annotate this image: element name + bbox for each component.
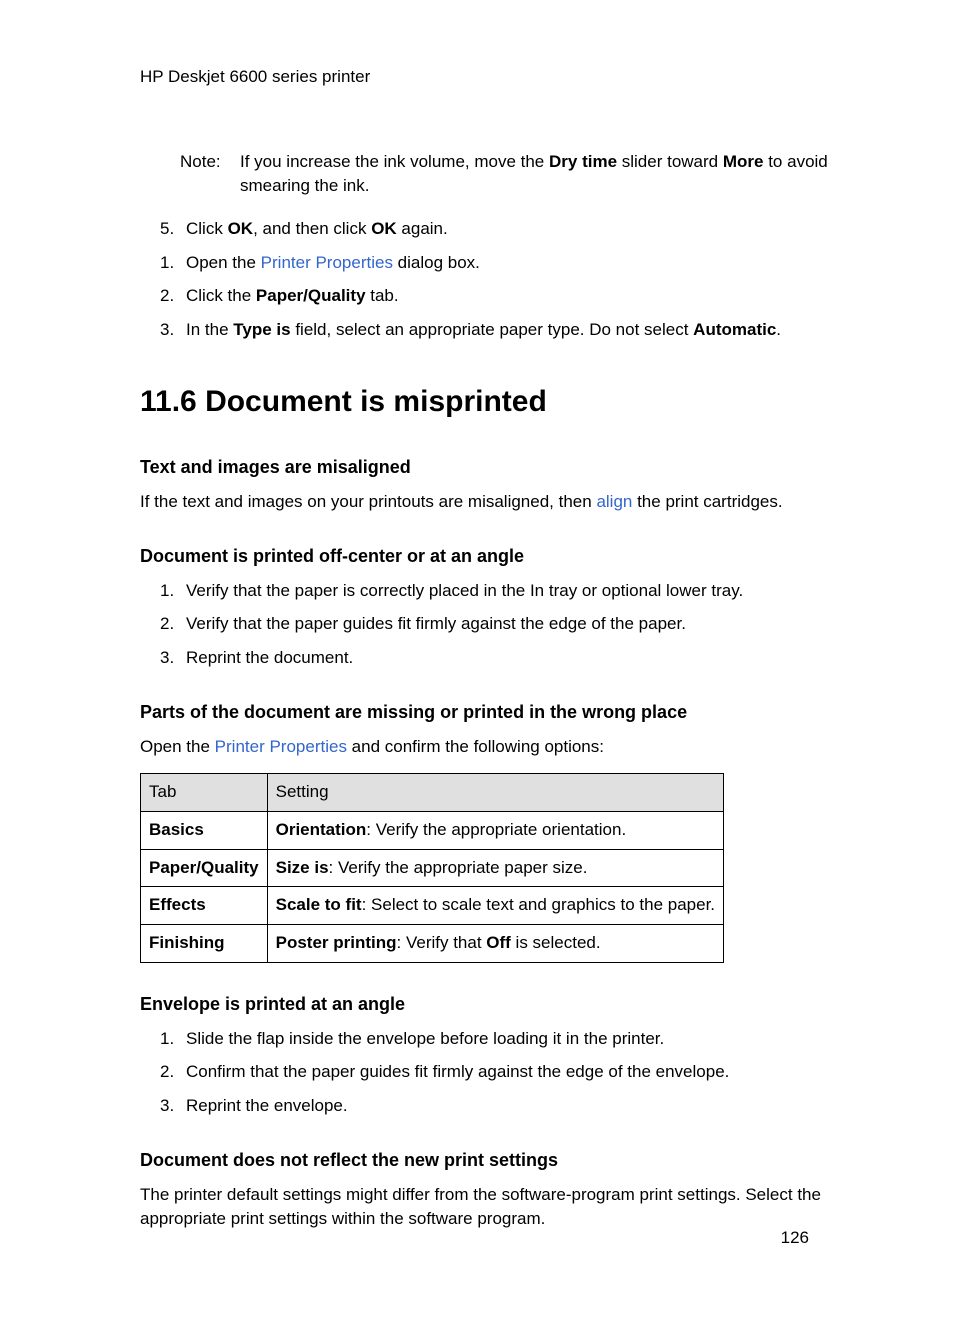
td-setting: Size is: Verify the appropriate paper si… xyxy=(267,849,723,887)
list-item: 2.Confirm that the paper guides fit firm… xyxy=(160,1060,849,1085)
t: and confirm the following options: xyxy=(347,737,604,756)
item-text: Verify that the paper is correctly place… xyxy=(186,579,849,604)
bold-scale-to-fit: Scale to fit xyxy=(276,895,362,914)
list-item: 1.Slide the flap inside the envelope bef… xyxy=(160,1027,849,1052)
item-text: Verify that the paper guides fit firmly … xyxy=(186,612,849,637)
item-text: Click the Paper/Quality tab. xyxy=(186,284,849,309)
td-tab: Basics xyxy=(141,812,268,850)
item-text: Slide the flap inside the envelope befor… xyxy=(186,1027,849,1052)
table-row: Finishing Poster printing: Verify that O… xyxy=(141,925,724,963)
t: Open the xyxy=(186,253,261,272)
t: the print cartridges. xyxy=(632,492,782,511)
bold-off: Off xyxy=(486,933,511,952)
subheading-offcenter: Document is printed off-center or at an … xyxy=(140,543,849,569)
bold-type-is: Type is xyxy=(233,320,290,339)
list-item: 2. Click the Paper/Quality tab. xyxy=(160,284,849,309)
steps-list-offcenter: 1.Verify that the paper is correctly pla… xyxy=(160,579,849,671)
list-item: 2.Verify that the paper guides fit firml… xyxy=(160,612,849,637)
t: Click the xyxy=(186,286,256,305)
item-num: 1. xyxy=(160,251,186,276)
page-header: HP Deskjet 6600 series printer xyxy=(140,65,849,90)
item-num: 5. xyxy=(160,217,186,242)
item-num: 2. xyxy=(160,284,186,309)
bold-paper-quality: Paper/Quality xyxy=(256,286,366,305)
td-setting: Poster printing: Verify that Off is sele… xyxy=(267,925,723,963)
list-item: 3. In the Type is field, select an appro… xyxy=(160,318,849,343)
t: Open the xyxy=(140,737,215,756)
t: tab. xyxy=(366,286,399,305)
t: field, select an appropriate paper type.… xyxy=(291,320,694,339)
t: . xyxy=(776,320,781,339)
t: again. xyxy=(397,219,448,238)
page-number: 126 xyxy=(781,1226,809,1251)
list-item: 3.Reprint the document. xyxy=(160,646,849,671)
item-text: Reprint the document. xyxy=(186,646,849,671)
t: In the xyxy=(186,320,233,339)
item-text: Click OK, and then click OK again. xyxy=(186,217,849,242)
item-num: 1. xyxy=(160,579,186,604)
t: : Verify the appropriate orientation. xyxy=(366,820,626,839)
t: dialog box. xyxy=(393,253,480,272)
table-row: Effects Scale to fit: Select to scale te… xyxy=(141,887,724,925)
paragraph: Open the Printer Properties and confirm … xyxy=(140,735,849,760)
td-setting: Scale to fit: Select to scale text and g… xyxy=(267,887,723,925)
note-text-mid: slider toward xyxy=(617,152,723,171)
item-text: Open the Printer Properties dialog box. xyxy=(186,251,849,276)
note-bold-more: More xyxy=(723,152,764,171)
bold-ok2: OK xyxy=(371,219,397,238)
item-num: 3. xyxy=(160,318,186,343)
list-item: 1. Open the Printer Properties dialog bo… xyxy=(160,251,849,276)
bold-poster-printing: Poster printing xyxy=(276,933,397,952)
list-item: 3.Reprint the envelope. xyxy=(160,1094,849,1119)
link-printer-properties-2[interactable]: Printer Properties xyxy=(215,737,347,756)
bold-orientation: Orientation xyxy=(276,820,367,839)
paragraph: The printer default settings might diffe… xyxy=(140,1183,849,1232)
subheading-settings: Document does not reflect the new print … xyxy=(140,1147,849,1173)
link-align[interactable]: align xyxy=(596,492,632,511)
item-num: 2. xyxy=(160,612,186,637)
bold-size-is: Size is xyxy=(276,858,329,877)
td-setting: Orientation: Verify the appropriate orie… xyxy=(267,812,723,850)
table-header-row: Tab Setting xyxy=(141,774,724,812)
list-item: 1.Verify that the paper is correctly pla… xyxy=(160,579,849,604)
subheading-envelope: Envelope is printed at an angle xyxy=(140,991,849,1017)
th-tab: Tab xyxy=(141,774,268,812)
subheading-misaligned: Text and images are misaligned xyxy=(140,454,849,480)
td-tab: Paper/Quality xyxy=(141,849,268,887)
note-block: Note: If you increase the ink volume, mo… xyxy=(180,150,849,199)
note-text: If you increase the ink volume, move the… xyxy=(240,150,849,199)
paragraph: If the text and images on your printouts… xyxy=(140,490,849,515)
settings-table: Tab Setting Basics Orientation: Verify t… xyxy=(140,773,724,962)
item-num: 2. xyxy=(160,1060,186,1085)
item-text: Confirm that the paper guides fit firmly… xyxy=(186,1060,849,1085)
item-text: In the Type is field, select an appropri… xyxy=(186,318,849,343)
t: is selected. xyxy=(511,933,601,952)
steps-list-envelope: 1.Slide the flap inside the envelope bef… xyxy=(160,1027,849,1119)
item-text: Reprint the envelope. xyxy=(186,1094,849,1119)
t: , and then click xyxy=(253,219,371,238)
list-item: 5. Click OK, and then click OK again. xyxy=(160,217,849,242)
subheading-missing: Parts of the document are missing or pri… xyxy=(140,699,849,725)
td-tab: Finishing xyxy=(141,925,268,963)
table-row: Basics Orientation: Verify the appropria… xyxy=(141,812,724,850)
t: : Select to scale text and graphics to t… xyxy=(362,895,715,914)
th-setting: Setting xyxy=(267,774,723,812)
note-text-pre: If you increase the ink volume, move the xyxy=(240,152,549,171)
section-heading: 11.6 Document is misprinted xyxy=(140,380,849,424)
table-row: Paper/Quality Size is: Verify the approp… xyxy=(141,849,724,887)
item-num: 1. xyxy=(160,1027,186,1052)
t: : Verify the appropriate paper size. xyxy=(329,858,588,877)
note-label: Note: xyxy=(180,150,240,199)
note-bold-drytime: Dry time xyxy=(549,152,617,171)
steps-list-a: 5. Click OK, and then click OK again. 1.… xyxy=(160,217,849,343)
link-printer-properties[interactable]: Printer Properties xyxy=(261,253,393,272)
item-num: 3. xyxy=(160,1094,186,1119)
td-tab: Effects xyxy=(141,887,268,925)
t: If the text and images on your printouts… xyxy=(140,492,596,511)
t: Click xyxy=(186,219,228,238)
bold-ok: OK xyxy=(228,219,254,238)
item-num: 3. xyxy=(160,646,186,671)
t: : Verify that xyxy=(397,933,487,952)
bold-automatic: Automatic xyxy=(693,320,776,339)
